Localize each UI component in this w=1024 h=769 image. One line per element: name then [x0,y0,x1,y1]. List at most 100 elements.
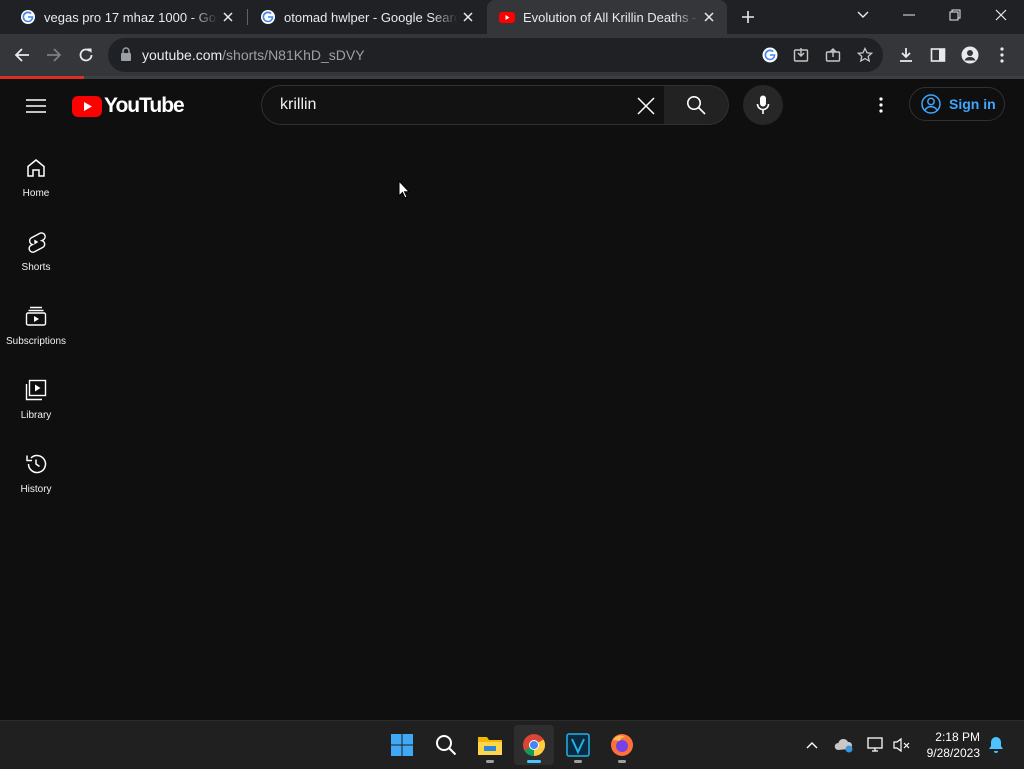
sidebar-item-history[interactable]: History [0,442,72,506]
youtube-play-icon [72,95,102,117]
running-indicator [574,760,582,763]
search-icon [436,735,457,756]
firefox-taskbar-button[interactable] [602,725,642,765]
close-tab-icon[interactable] [218,7,238,27]
guide-menu-button[interactable] [22,92,50,120]
youtube-icon [499,12,515,23]
url-text: youtube.com/shorts/N81KhD_sDVY [142,47,365,63]
tab-title: otomad hwlper - Google Search [284,9,458,25]
forward-button[interactable] [40,41,68,69]
back-button[interactable] [8,41,36,69]
mouse-cursor-icon [398,180,410,199]
browser-tab-active[interactable]: Evolution of All Krillin Deaths - YouTub… [487,0,727,34]
sidebar-item-home[interactable]: Home [0,146,72,210]
subscriptions-icon [25,306,47,326]
browser-tab-strip: vegas pro 17 mhaz 1000 - Google Search o… [0,0,1024,34]
firefox-icon [611,734,633,756]
sign-in-label: Sign in [949,96,996,112]
download-icon [900,48,912,62]
page-load-progress [0,76,84,79]
vegas-taskbar-button[interactable] [558,725,598,765]
chrome-taskbar-button[interactable] [514,725,554,765]
sidebar-item-label: Subscriptions [5,336,67,347]
onedrive-tray-icon[interactable] [832,733,856,757]
install-app-button[interactable] [789,43,813,67]
toolbar-divider [84,76,1024,79]
browser-tab[interactable]: vegas pro 17 mhaz 1000 - Google Search [8,0,246,34]
new-tab-button[interactable] [736,5,760,29]
lock-icon [121,47,131,61]
running-indicator [527,760,541,763]
close-icon [637,97,655,115]
clock-time: 2:18 PM [935,730,980,744]
search-input[interactable] [278,95,622,115]
google-icon [261,10,275,24]
minimize-button[interactable] [886,0,932,30]
hamburger-menu-icon [26,99,46,113]
chrome-menu-button[interactable] [988,41,1016,69]
youtube-logo[interactable]: YouTube [72,94,185,118]
chevron-down-icon [857,11,869,18]
google-icon [762,47,778,63]
browser-tab[interactable]: otomad hwlper - Google Search [248,0,486,34]
sidebar-item-shorts[interactable]: Shorts [0,220,72,284]
chevron-up-icon [806,742,818,749]
tab-title: Evolution of All Krillin Deaths - YouTub… [523,9,699,25]
home-icon [27,159,45,177]
bell-icon [989,737,1003,753]
kebab-menu-icon [1000,47,1004,63]
search-icon [687,96,706,115]
sidebar-item-label: Library [20,410,52,421]
downloads-button[interactable] [892,41,920,69]
clear-search-button[interactable] [634,94,658,118]
volume-tray-icon[interactable] [890,733,914,757]
search-field-container [261,85,665,125]
tab-title: vegas pro 17 mhaz 1000 - Google Search [44,9,218,25]
folder-icon [478,737,502,755]
bookmark-button[interactable] [853,43,877,67]
network-tray-icon[interactable] [864,733,888,757]
arrow-right-icon [47,48,62,62]
account-icon [921,94,941,114]
notifications-button[interactable] [984,733,1008,757]
history-icon [26,454,47,474]
search-box [261,85,729,125]
arrow-left-icon [14,48,29,62]
search-button[interactable] [664,85,729,125]
sign-in-button[interactable]: Sign in [909,87,1005,121]
share-button[interactable] [821,43,845,67]
close-window-button[interactable] [978,0,1024,30]
close-tab-icon[interactable] [699,7,719,27]
google-lens-button[interactable] [758,43,782,67]
windows-logo-icon [391,734,413,756]
sidebar-item-label: Home [22,188,50,199]
side-panel-button[interactable] [924,41,952,69]
restore-button[interactable] [932,0,978,30]
settings-menu-button[interactable] [868,92,894,118]
running-indicator [486,760,494,763]
close-tab-icon[interactable] [458,7,478,27]
taskbar-search-button[interactable] [426,725,466,765]
browser-toolbar: youtube.com/shorts/N81KhD_sDVY [0,34,1024,76]
reload-icon [79,48,93,62]
tab-search-button[interactable] [840,0,886,30]
sidebar-item-label: History [20,484,52,495]
install-icon [793,48,809,62]
taskbar-clock[interactable]: 2:18 PM 9/28/2023 [918,729,980,761]
network-icon [867,737,883,752]
start-button[interactable] [382,725,422,765]
cloud-icon [834,738,853,753]
plus-icon [742,11,754,23]
restore-icon [949,9,961,21]
reload-button[interactable] [72,41,100,69]
show-hidden-icons-button[interactable] [800,733,824,757]
sidebar-item-library[interactable]: Library [0,368,72,432]
sidebar-item-subscriptions[interactable]: Subscriptions [0,294,72,358]
profile-button[interactable] [956,41,984,69]
address-bar[interactable]: youtube.com/shorts/N81KhD_sDVY [108,38,883,72]
voice-search-button[interactable] [743,85,783,125]
vegas-pro-icon [566,733,590,757]
windows-taskbar: 2:18 PM 9/28/2023 [0,720,1024,769]
star-icon [857,47,873,63]
file-explorer-button[interactable] [470,725,510,765]
